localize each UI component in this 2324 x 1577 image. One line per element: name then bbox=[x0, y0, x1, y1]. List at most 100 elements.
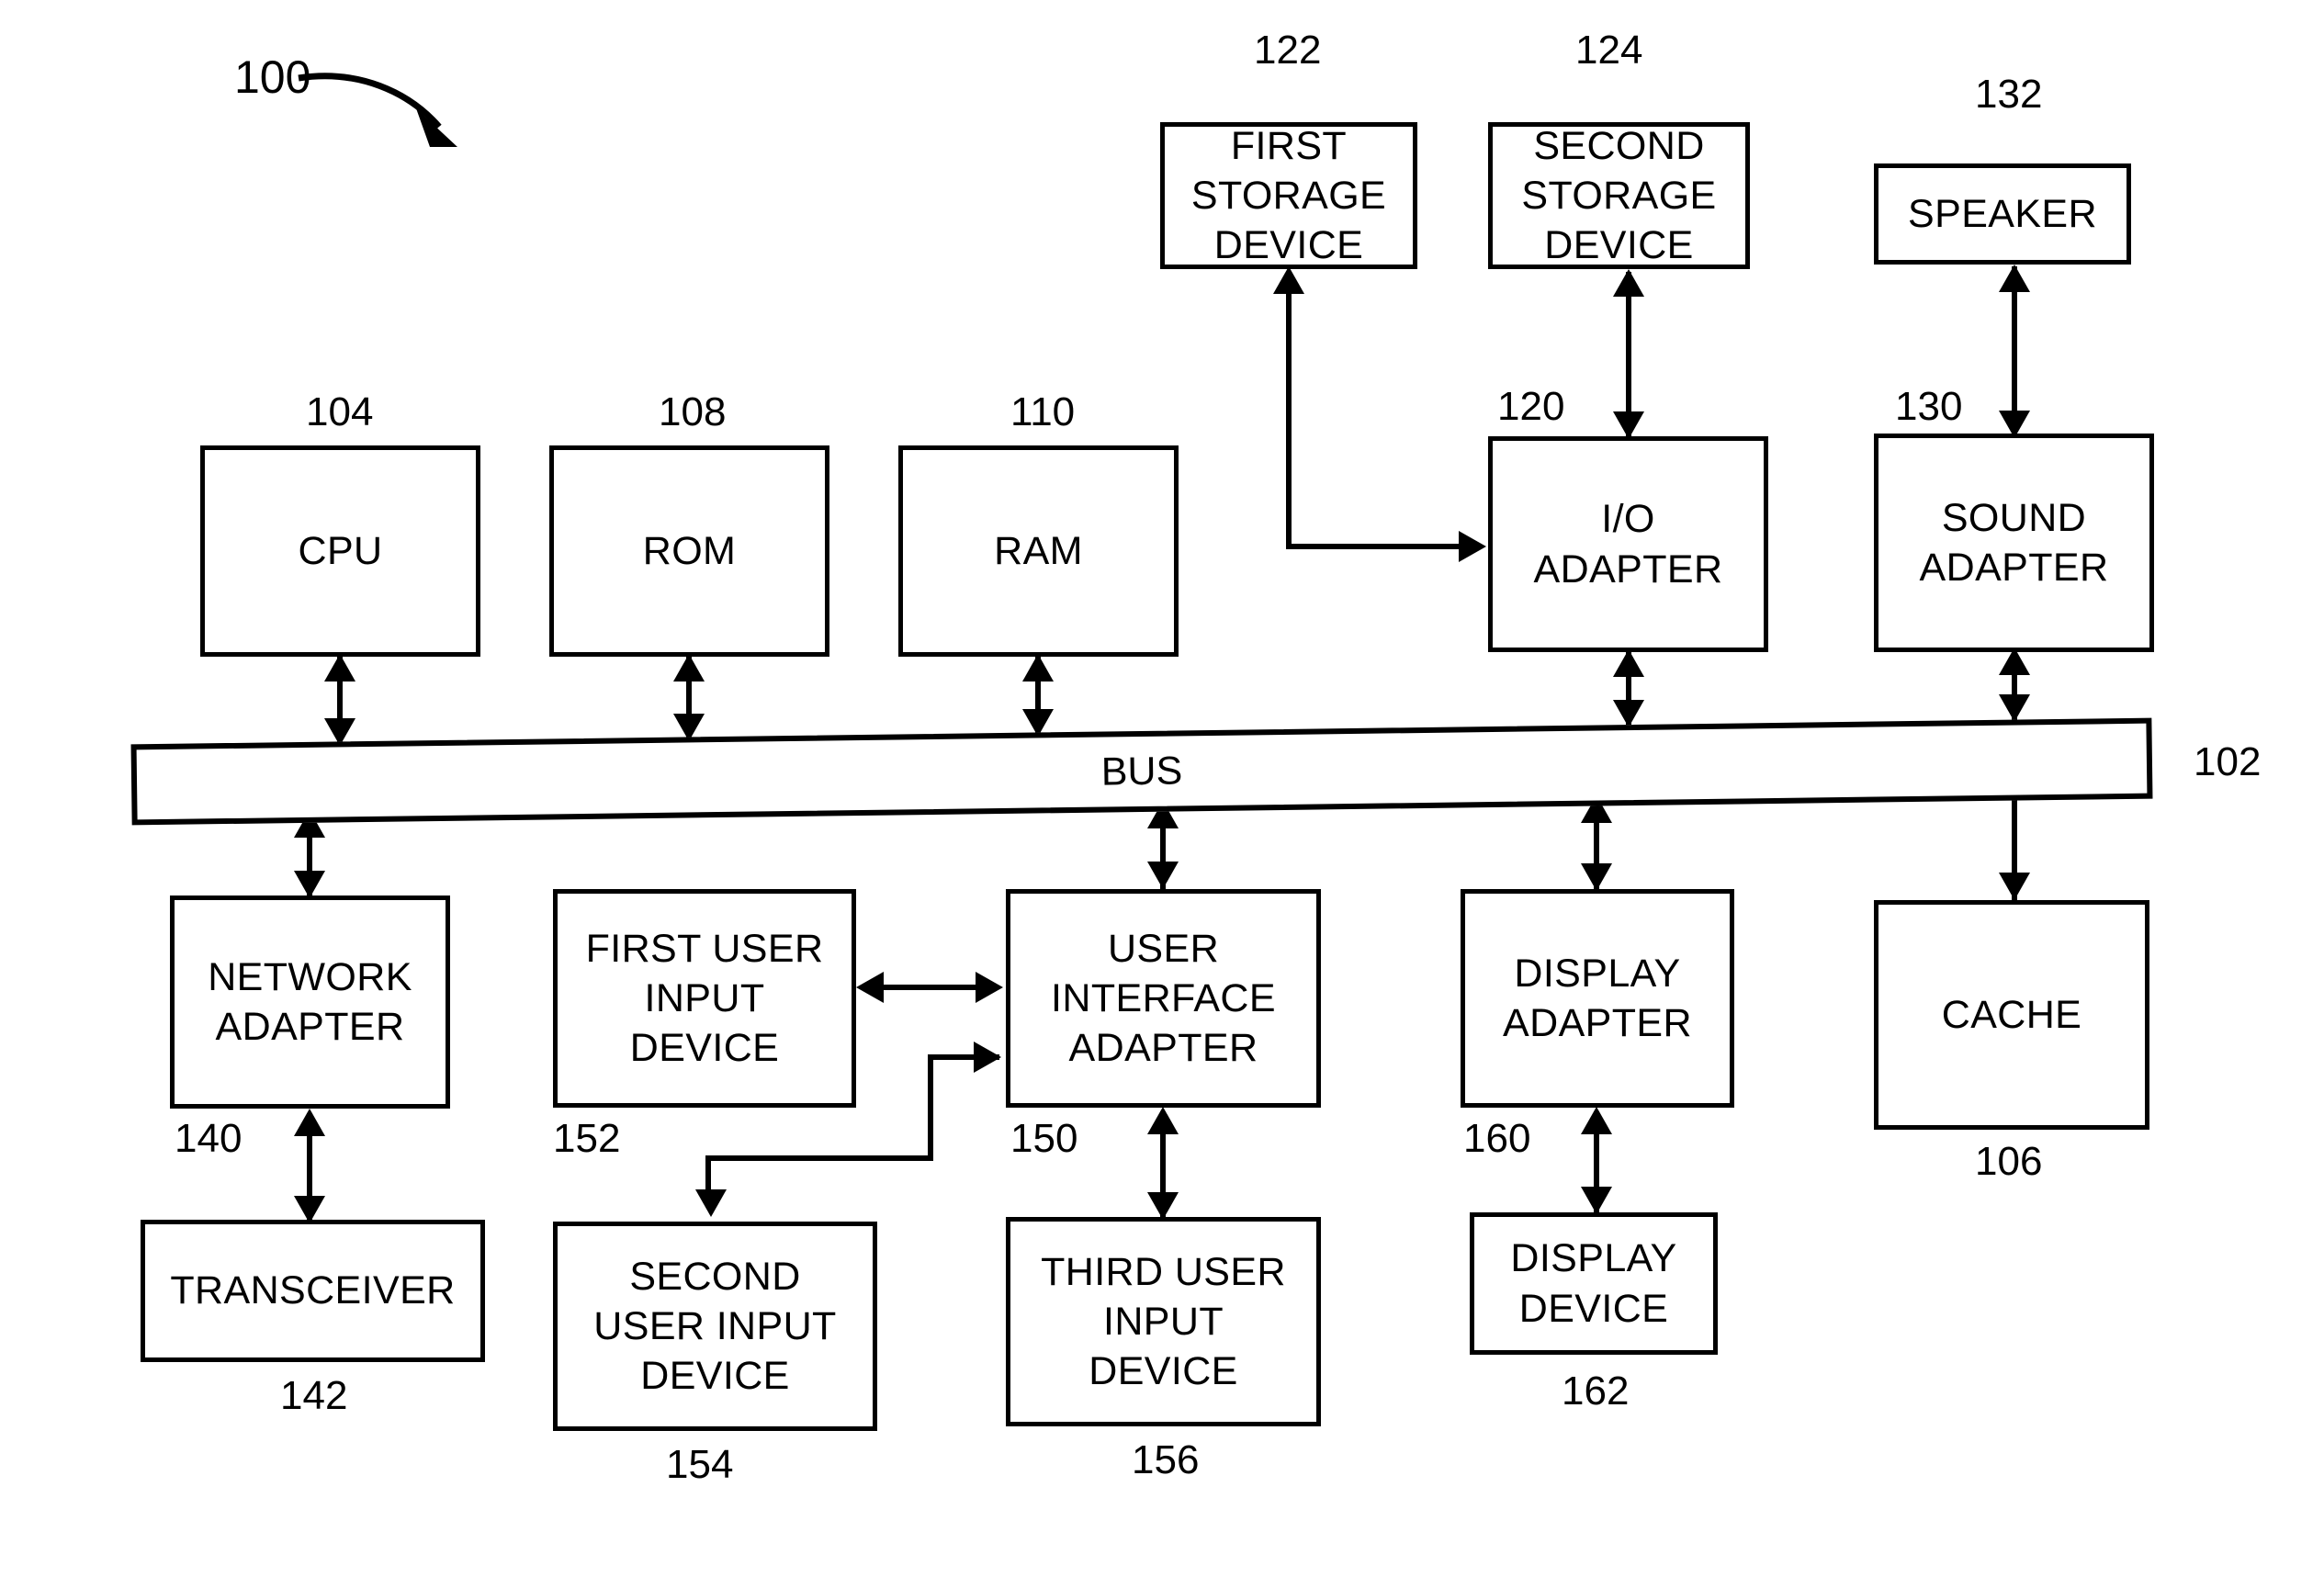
connector-uia-second-uid-seg2 bbox=[928, 1054, 933, 1157]
block-transceiver[interactable]: TRANSCEIVER bbox=[141, 1220, 485, 1362]
block-first-user-input-device[interactable]: FIRST USER INPUT DEVICE bbox=[553, 889, 856, 1108]
block-line: THIRD USER bbox=[1041, 1249, 1286, 1294]
ref-label-132: 132 bbox=[1975, 72, 2043, 117]
block-line: ADAPTER bbox=[1068, 1026, 1258, 1071]
ref-label-140: 140 bbox=[175, 1116, 243, 1161]
arrowhead-down-icon bbox=[1147, 862, 1179, 889]
arrowhead-down-icon bbox=[1999, 873, 2030, 900]
arrowhead-up-icon bbox=[1613, 269, 1644, 297]
block-cpu[interactable]: CPU bbox=[200, 445, 480, 657]
block-cache[interactable]: CACHE bbox=[1874, 900, 2149, 1130]
arrowhead-right-icon bbox=[976, 972, 1003, 1003]
block-line: CPU bbox=[298, 528, 383, 573]
block-ram[interactable]: RAM bbox=[898, 445, 1179, 657]
figure-canvas: 100 122 FIRST STORAGE DEVICE 124 SECOND … bbox=[0, 0, 2324, 1577]
ref-label-156: 156 bbox=[1132, 1437, 1200, 1482]
arrowhead-down-icon bbox=[1999, 694, 2030, 722]
arrowhead-down-icon bbox=[1581, 863, 1612, 891]
ref-label-120: 120 bbox=[1497, 384, 1565, 429]
block-io-adapter[interactable]: I/O ADAPTER bbox=[1488, 436, 1768, 652]
ref-label-162: 162 bbox=[1562, 1369, 1630, 1414]
ref-label-160: 160 bbox=[1463, 1116, 1531, 1161]
block-line: DEVICE bbox=[629, 1026, 780, 1071]
block-line: TRANSCEIVER bbox=[170, 1268, 456, 1313]
arrowhead-down-icon bbox=[1613, 411, 1644, 439]
block-line: DEVICE bbox=[640, 1354, 790, 1399]
block-line: ROM bbox=[642, 528, 737, 573]
block-second-storage-device[interactable]: SECOND STORAGE DEVICE bbox=[1488, 122, 1750, 269]
block-line: ADAPTER bbox=[1919, 546, 2109, 590]
block-line: SECOND bbox=[629, 1254, 801, 1299]
block-line: STORAGE bbox=[1190, 173, 1387, 218]
block-line: CACHE bbox=[1941, 992, 2082, 1037]
arrowhead-up-icon bbox=[1273, 266, 1304, 294]
ref-label-122: 122 bbox=[1254, 28, 1322, 73]
block-line: INTERFACE bbox=[1051, 975, 1276, 1020]
block-line: DISPLAY bbox=[1514, 951, 1681, 996]
ref-label-110: 110 bbox=[1010, 389, 1076, 434]
block-line: ADAPTER bbox=[1503, 1001, 1692, 1045]
arrowhead-up-icon bbox=[324, 654, 355, 681]
arrowhead-right-icon bbox=[974, 1042, 1001, 1073]
arrowhead-down-icon bbox=[1613, 700, 1644, 727]
arrowhead-up-icon bbox=[1999, 265, 2030, 292]
arrowhead-up-icon bbox=[1022, 654, 1054, 681]
ref-label-106: 106 bbox=[1975, 1139, 2043, 1184]
connector-first-storage-vertical bbox=[1286, 292, 1292, 549]
arrowhead-right-icon bbox=[1459, 531, 1486, 562]
block-line: SECOND bbox=[1533, 123, 1705, 168]
ref-label-150: 150 bbox=[1010, 1116, 1078, 1161]
block-line: SOUND bbox=[1941, 495, 2087, 540]
block-sound-adapter[interactable]: SOUND ADAPTER bbox=[1874, 434, 2154, 652]
arrowhead-down-icon bbox=[1581, 1187, 1612, 1214]
arrowhead-down-icon bbox=[294, 871, 325, 898]
arrowhead-down-icon bbox=[1147, 1192, 1179, 1220]
ref-label-108: 108 bbox=[659, 389, 727, 434]
arrowhead-up-icon bbox=[1581, 1107, 1612, 1134]
block-line: DEVICE bbox=[1544, 223, 1694, 268]
arrowhead-left-icon bbox=[856, 972, 884, 1003]
block-line: INPUT bbox=[644, 975, 765, 1020]
ref-label-152: 152 bbox=[553, 1116, 621, 1161]
ref-label-102: 102 bbox=[2194, 739, 2262, 784]
arrowhead-up-icon bbox=[294, 1109, 325, 1136]
block-speaker[interactable]: SPEAKER bbox=[1874, 163, 2131, 265]
arrowhead-up-icon bbox=[673, 654, 705, 681]
ref-label-130: 130 bbox=[1895, 384, 1963, 429]
block-line: FIRST USER bbox=[585, 926, 824, 971]
block-line: DEVICE bbox=[1089, 1349, 1238, 1394]
block-line: ADAPTER bbox=[215, 1005, 405, 1049]
block-line: USER bbox=[1107, 926, 1220, 971]
block-bus[interactable]: BUS bbox=[130, 717, 2153, 826]
connector-uia-second-uid-seg3 bbox=[705, 1155, 933, 1161]
ref-label-124: 124 bbox=[1575, 28, 1643, 73]
block-line: DEVICE bbox=[1213, 223, 1364, 268]
block-line: ADAPTER bbox=[1533, 546, 1723, 591]
block-third-user-input-device[interactable]: THIRD USER INPUT DEVICE bbox=[1006, 1217, 1321, 1426]
arrowhead-down-icon bbox=[695, 1189, 727, 1217]
block-display-device[interactable]: DISPLAY DEVICE bbox=[1470, 1212, 1718, 1355]
block-line: USER INPUT bbox=[593, 1303, 837, 1348]
ref-label-104: 104 bbox=[306, 389, 374, 434]
block-line: INPUT bbox=[1103, 1299, 1224, 1344]
block-second-user-input-device[interactable]: SECOND USER INPUT DEVICE bbox=[553, 1222, 877, 1431]
bus-label: BUS bbox=[1100, 748, 1183, 794]
block-line: DISPLAY bbox=[1510, 1236, 1677, 1281]
block-line: RAM bbox=[994, 528, 1083, 573]
block-network-adapter[interactable]: NETWORK ADAPTER bbox=[170, 896, 450, 1109]
block-line: FIRST bbox=[1230, 123, 1348, 168]
block-rom[interactable]: ROM bbox=[549, 445, 829, 657]
curved-arrow-icon bbox=[298, 73, 457, 147]
arrowhead-up-icon bbox=[1147, 1107, 1179, 1134]
ref-label-154: 154 bbox=[666, 1442, 734, 1487]
block-line: SPEAKER bbox=[1908, 191, 2097, 236]
block-line: DEVICE bbox=[1518, 1286, 1669, 1331]
ref-label-142: 142 bbox=[280, 1373, 348, 1418]
block-line: STORAGE bbox=[1521, 173, 1717, 218]
block-line: NETWORK bbox=[208, 954, 412, 999]
block-display-adapter[interactable]: DISPLAY ADAPTER bbox=[1461, 889, 1734, 1108]
block-first-storage-device[interactable]: FIRST STORAGE DEVICE bbox=[1160, 122, 1417, 269]
block-user-interface-adapter[interactable]: USER INTERFACE ADAPTER bbox=[1006, 889, 1321, 1108]
arrowhead-up-icon bbox=[1613, 649, 1644, 677]
connector-first-storage-horizontal bbox=[1286, 544, 1461, 549]
